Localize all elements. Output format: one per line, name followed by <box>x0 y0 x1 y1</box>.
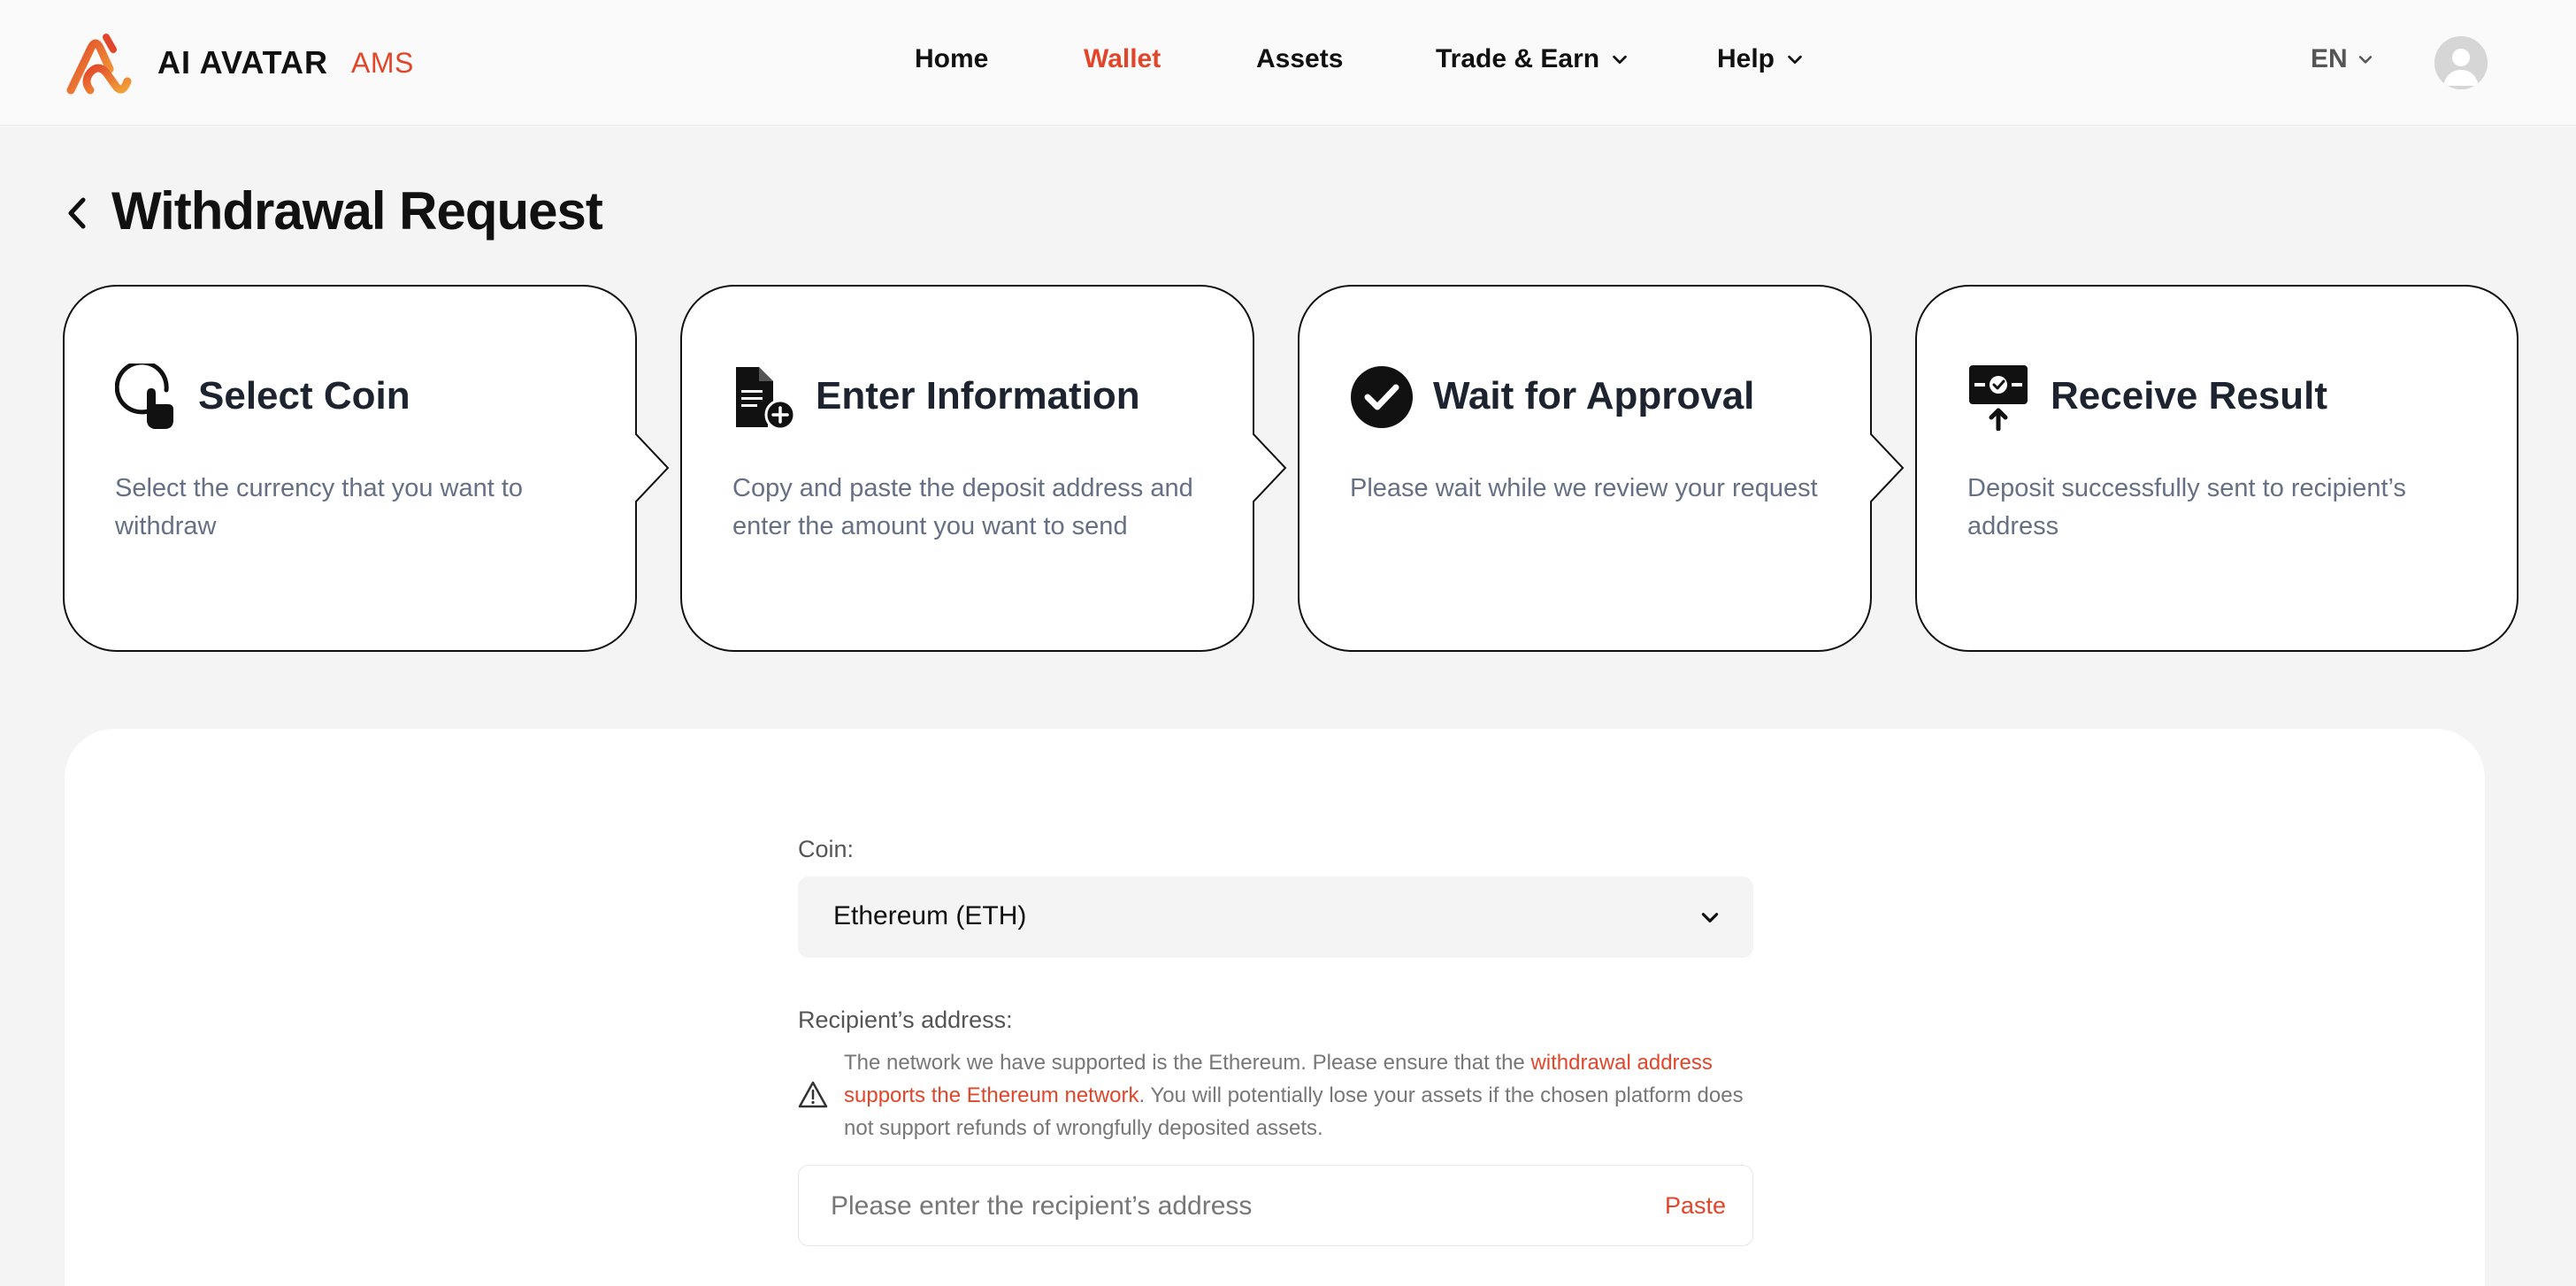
step-title: Receive Result <box>2051 374 2328 417</box>
nav-home-label: Home <box>915 44 989 73</box>
nav-wallet[interactable]: Wallet <box>1084 44 1161 74</box>
language-selector[interactable]: EN <box>2311 44 2374 74</box>
chevron-down-icon <box>1788 55 1802 65</box>
chevron-down-icon <box>2358 56 2372 64</box>
step-description: Select the currency that you want to wit… <box>115 474 524 540</box>
user-avatar-icon <box>2434 36 2488 89</box>
paste-button[interactable]: Paste <box>1665 1192 1726 1220</box>
step-card-frame <box>1298 285 1905 652</box>
step-card-frame <box>1915 285 2518 652</box>
check-circle-icon <box>1351 366 1413 428</box>
step-select-coin: Select Coin Select the currency that you… <box>63 285 670 652</box>
nav-assets-label: Assets <box>1256 44 1344 73</box>
step-description: Deposit successfully sent to recipient’s… <box>1967 474 2406 540</box>
pointer-click-icon <box>115 364 173 429</box>
warning-triangle-icon <box>798 1081 828 1108</box>
step-description: Please wait while we review your request <box>1350 474 1818 502</box>
nav-wallet-label: Wallet <box>1084 44 1162 73</box>
nav-help[interactable]: Help <box>1717 44 1805 74</box>
brand-sub: AMS <box>350 46 414 79</box>
step-enter-information: Enter Information Copy and paste the dep… <box>680 285 1287 652</box>
brand-logo[interactable]: AI AVATAR AMS <box>64 28 414 97</box>
chevron-down-icon <box>1613 55 1627 65</box>
back-arrow-icon[interactable] <box>60 193 92 233</box>
nav-assets[interactable]: Assets <box>1256 44 1343 74</box>
recipient-address-input[interactable] <box>831 1185 1627 1228</box>
network-warning-text: The network we have supported is the Eth… <box>844 1046 1753 1144</box>
document-add-icon <box>736 367 796 431</box>
step-wait-for-approval: Wait for Approval Please wait while we r… <box>1298 285 1905 652</box>
step-title: Select Coin <box>198 374 410 417</box>
step-title: Enter Information <box>816 374 1140 417</box>
coin-select-value: Ethereum (ETH) <box>833 901 1027 930</box>
nav-home[interactable]: Home <box>915 44 988 74</box>
chevron-down-icon <box>1701 913 1719 922</box>
step-title: Wait for Approval <box>1433 374 1755 417</box>
recipient-address-field: Paste <box>798 1165 1753 1246</box>
nav-trade-earn-label: Trade & Earn <box>1436 44 1600 73</box>
brand-name: AI AVATAR <box>157 44 328 80</box>
step-receive-result: Receive Result Deposit successfully sent… <box>1915 285 2518 652</box>
recipient-address-label: Recipient’s address: <box>798 1007 1013 1033</box>
top-navbar: AI AVATAR AMS Home Wallet Assets Trade &… <box>0 0 2576 126</box>
warning-text-part1: The network we have supported is the Eth… <box>844 1051 1531 1075</box>
page-title: Withdrawal Request <box>111 181 603 241</box>
avatar[interactable] <box>2434 36 2488 89</box>
language-label: EN <box>2311 44 2348 73</box>
coin-label: Coin: <box>798 836 855 862</box>
coin-select[interactable]: Ethereum (ETH) <box>798 876 1753 958</box>
step-card-frame <box>63 285 670 652</box>
step-description: Copy and paste the deposit address and e… <box>732 474 1193 540</box>
logo-icon <box>66 34 132 95</box>
nav-trade-earn[interactable]: Trade & Earn <box>1436 44 1629 74</box>
step-card-frame <box>680 285 1287 652</box>
ticket-upload-icon <box>1969 365 2028 431</box>
nav-help-label: Help <box>1717 44 1775 73</box>
